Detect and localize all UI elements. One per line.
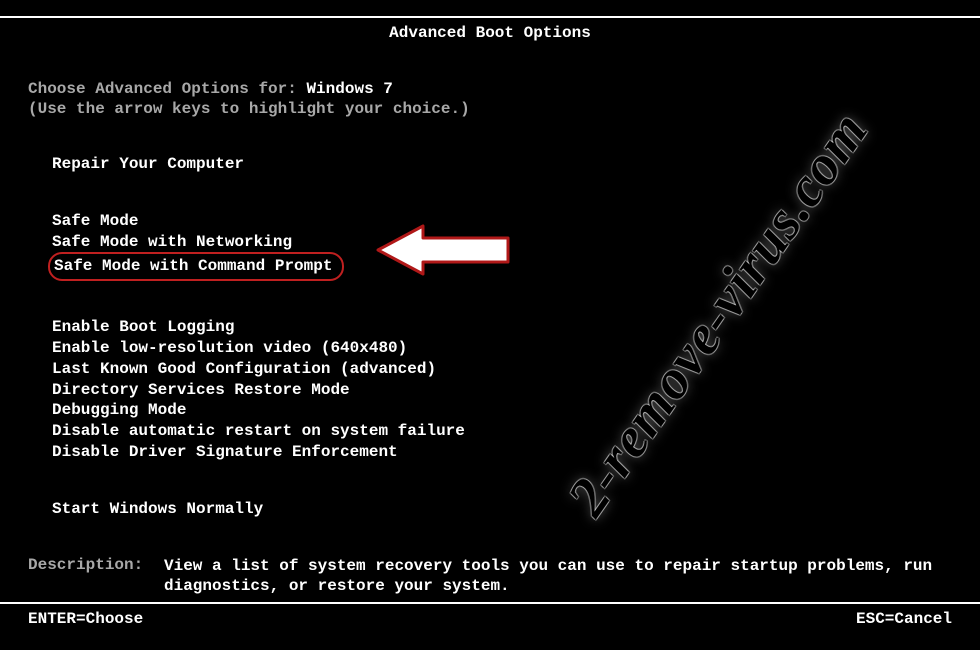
menu-item-disable-restart[interactable]: Disable automatic restart on system fail… — [52, 421, 952, 442]
menu-item-low-res[interactable]: Enable low-resolution video (640x480) — [52, 338, 952, 359]
menu-group-safemode: Safe Mode Safe Mode with Networking Safe… — [52, 211, 952, 281]
menu-item-safe-mode[interactable]: Safe Mode — [52, 211, 952, 232]
menu-item-boot-logging[interactable]: Enable Boot Logging — [52, 317, 952, 338]
menu-item-last-known-good[interactable]: Last Known Good Configuration (advanced) — [52, 359, 952, 380]
screen-title: Advanced Boot Options — [389, 24, 591, 42]
highlight-ring: Safe Mode with Command Prompt — [48, 252, 344, 281]
choose-prefix: Choose Advanced Options for: — [28, 80, 306, 98]
description-label: Description: — [28, 556, 164, 598]
menu-item-disable-sig[interactable]: Disable Driver Signature Enforcement — [52, 442, 952, 463]
menu-item-safe-mode-networking[interactable]: Safe Mode with Networking — [52, 232, 952, 253]
menu-item-debugging[interactable]: Debugging Mode — [52, 400, 952, 421]
footer-enter: ENTER=Choose — [28, 610, 143, 628]
arrow-key-hint: (Use the arrow keys to highlight your ch… — [28, 100, 952, 118]
menu-item-start-normally[interactable]: Start Windows Normally — [52, 499, 952, 520]
menu-item-safe-mode-cmd-label: Safe Mode with Command Prompt — [54, 257, 332, 275]
menu-group-repair: Repair Your Computer — [52, 154, 952, 175]
menu-item-ds-restore[interactable]: Directory Services Restore Mode — [52, 380, 952, 401]
choose-line: Choose Advanced Options for: Windows 7 — [28, 80, 952, 98]
top-divider — [0, 16, 980, 18]
description-text: View a list of system recovery tools you… — [164, 556, 952, 598]
menu-item-repair[interactable]: Repair Your Computer — [52, 154, 952, 175]
menu-group-advanced: Enable Boot Logging Enable low-resolutio… — [52, 317, 952, 463]
description-block: Description: View a list of system recov… — [28, 556, 952, 598]
footer-esc: ESC=Cancel — [856, 610, 952, 628]
menu-item-safe-mode-cmd[interactable]: Safe Mode with Command Prompt — [52, 252, 952, 281]
os-name: Windows 7 — [306, 80, 392, 98]
menu-group-normal: Start Windows Normally — [52, 499, 952, 520]
bottom-divider — [0, 602, 980, 604]
